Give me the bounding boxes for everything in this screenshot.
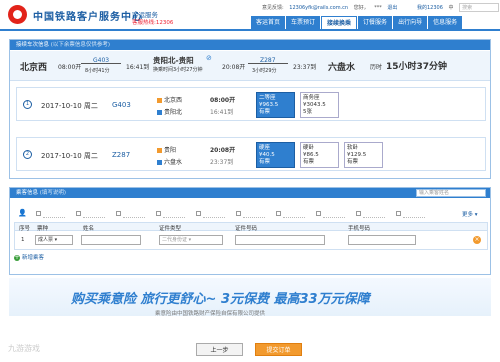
nav-meal[interactable]: 订餐服务 (358, 16, 393, 29)
destination-station: 六盘水 (328, 63, 356, 73)
feedback-label: 意见反馈: (262, 5, 284, 11)
depart-station-icon (157, 148, 162, 153)
passenger-checkbox[interactable] (236, 211, 241, 216)
nav-transfer[interactable]: 接续换乘 (321, 16, 358, 29)
hotline-text: 客服热线:12306 (132, 20, 174, 26)
submit-order-button[interactable]: 提交订单 (255, 343, 302, 356)
site-header: 中国铁路客户服务中心 客运服务 客服热线:12306 意见反馈: 12306yf… (0, 0, 500, 29)
arrive-station-icon (157, 110, 162, 115)
ticket-type-select[interactable]: 成人票 ▾ (35, 235, 73, 245)
more-passengers-link[interactable]: 更多 ▾ (462, 210, 478, 218)
leg-from-station: 贵阳 (157, 145, 176, 154)
seat-option-soft-sleeper[interactable]: 软卧 ¥129.5 有票 (344, 142, 383, 168)
watermark: 九游游戏 (8, 344, 40, 353)
phone-input[interactable] (348, 235, 416, 245)
leg-depart-time: 08:00开 (210, 97, 236, 104)
nav-divider (0, 29, 500, 31)
row-index: 1 (21, 237, 25, 243)
passenger-row: 1 成人票 ▾ 二代身份证 ▾ × (14, 231, 488, 250)
leg-arrive-time: 23:37到 (210, 159, 234, 166)
nav-ticket-booking[interactable]: 车票预订 (286, 16, 321, 29)
passenger-table-header: 序号 票种 姓名 证件类型 证件号码 手机号码 (14, 222, 488, 232)
insurance-provider: 乘意险由中国铁路财产保险自保有限公司提供 (155, 311, 266, 317)
second-leg-arrow (248, 63, 288, 64)
previous-step-button[interactable]: 上一步 (196, 343, 243, 356)
nav-info-service[interactable]: 信息服务 (428, 16, 463, 29)
origin-station: 北京西 (20, 63, 48, 73)
delete-passenger-icon[interactable]: × (473, 236, 481, 244)
nav-home[interactable]: 客运首页 (251, 16, 286, 29)
passenger-checkbox[interactable] (316, 211, 321, 216)
passenger-checkbox[interactable] (356, 211, 361, 216)
user-icon: 👤 (18, 209, 27, 217)
id-type-select[interactable]: 二代身份证 ▾ (159, 235, 223, 245)
seat-option-business-class[interactable]: 商务座 ¥3043.5 5张 (300, 92, 339, 118)
passenger-checkbox[interactable] (36, 211, 41, 216)
first-leg-arrow (81, 63, 121, 64)
train-panel-note: (以下余票信息仅供参考) (50, 42, 111, 48)
first-leg-duration: 8小时41分 (85, 68, 110, 74)
id-number-input[interactable] (235, 235, 325, 245)
chevron-down-icon: ▾ (474, 212, 478, 218)
leg-from-station: 北京西 (157, 95, 182, 104)
passenger-checkbox[interactable] (276, 211, 281, 216)
insurance-slogan: 购买乘意险 旅行更舒心~ 3元保费 最高33万元保障 (71, 292, 370, 307)
feedback-email-link[interactable]: 12306yfk@rails.com.cn (289, 5, 348, 11)
train-panel-title: 接续车次信息 (以下余票信息仅供参考) (10, 40, 490, 50)
seat-option-hard-seat[interactable]: 硬座 ¥40.5 有票 (256, 142, 295, 168)
insurance-banner[interactable]: 购买乘意险 旅行更舒心~ 3元保费 最高33万元保障 乘意险由中国铁路财产保险自… (9, 278, 491, 317)
site-search-input[interactable]: 搜索 (459, 3, 500, 12)
user-name: *** (374, 5, 382, 11)
passenger-checkbox-row: 👤 更多 ▾ (10, 209, 490, 220)
my12306-link[interactable]: 我的12306 (417, 5, 443, 11)
transfer-map-icon[interactable]: ⊘ (206, 54, 212, 62)
transfer-station: 贵阳北-贵阳 (153, 56, 194, 65)
leg-depart-time: 20:08开 (210, 147, 236, 154)
departure-time: 08:00开 (58, 64, 82, 71)
seat-option-second-class[interactable]: 二等座 ¥963.5 有票 (256, 92, 295, 118)
greeting-label: 您好， (353, 5, 369, 11)
leg-train-number[interactable]: Z287 (112, 151, 130, 159)
leg-train-number[interactable]: G403 (112, 101, 131, 109)
depart-station-icon (157, 98, 162, 103)
leg-date: 2017-10-10 周二 (41, 152, 98, 160)
final-arrival-time: 23:37到 (293, 64, 317, 71)
logout-link[interactable]: 退出 (387, 5, 397, 11)
leg-row: 2 2017-10-10 周二 Z287 贵阳 六盘水 20:08开 23:37… (16, 137, 486, 171)
leg-row: 1 2017-10-10 周二 G403 北京西 贵阳北 08:00开 16:4… (16, 87, 486, 121)
fill-instructions-link[interactable]: (填写说明) (40, 190, 66, 196)
passenger-checkbox[interactable] (196, 211, 201, 216)
passenger-name-input[interactable] (81, 235, 141, 245)
leg-number-badge: 1 (23, 100, 32, 109)
leg-arrive-time: 16:41到 (210, 109, 234, 116)
leg-to-station: 贵阳北 (157, 107, 182, 116)
top-bar: 意见反馈: 12306yfk@rails.com.cn 您好， *** 退出 我… (262, 3, 500, 12)
route-summary: 北京西 08:00开 G403 8小时41分 16:41到 贵阳北-贵阳 ⊘ 换… (10, 51, 490, 81)
second-leg-duration: 3小时29分 (252, 68, 277, 74)
passenger-panel: 乘客信息 (填写说明) 输入乘客姓名 👤 更多 ▾ 序号 票种 姓名 证件类型 … (9, 187, 491, 275)
plus-icon: + (14, 254, 20, 261)
first-arrival-time: 16:41到 (126, 64, 150, 71)
leg-to-station: 六盘水 (157, 157, 182, 166)
passenger-search-input[interactable]: 输入乘客姓名 (416, 189, 486, 197)
train-info-panel: 接续车次信息 (以下余票信息仅供参考) 北京西 08:00开 G403 8小时4… (9, 39, 491, 179)
nav-travel-guide[interactable]: 出行向导 (393, 16, 428, 29)
passenger-checkbox[interactable] (156, 211, 161, 216)
site-title: 中国铁路客户服务中心 (33, 12, 143, 23)
passenger-checkbox[interactable] (76, 211, 81, 216)
total-duration-label: 历时 (370, 64, 383, 71)
passenger-checkbox[interactable] (116, 211, 121, 216)
seat-option-hard-sleeper[interactable]: 硬卧 ¥86.5 有票 (300, 142, 339, 168)
transfer-wait-time: 换乘时间3小时27分钟 (153, 67, 203, 73)
second-departure-time: 20:08开 (222, 64, 246, 71)
leg-date: 2017-10-10 周二 (41, 102, 98, 110)
leg-number-badge: 2 (23, 150, 32, 159)
railway-logo-icon (8, 5, 27, 24)
language-switch[interactable]: 中 (449, 5, 454, 11)
passenger-checkbox[interactable] (396, 211, 401, 216)
arrive-station-icon (157, 160, 162, 165)
total-duration: 15小时37分钟 (386, 62, 448, 72)
main-nav: 客运首页 车票预订 接续换乘 订餐服务 出行向导 信息服务 (250, 16, 463, 29)
add-passenger-link[interactable]: + 新增乘客 (14, 253, 44, 261)
